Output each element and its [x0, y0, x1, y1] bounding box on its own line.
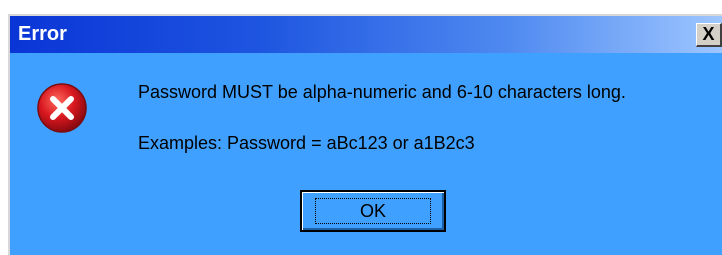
error-icon	[37, 83, 87, 133]
title-bar[interactable]: Error X	[10, 16, 722, 53]
ok-button[interactable]: OK	[300, 190, 446, 232]
close-button[interactable]: X	[696, 23, 722, 47]
error-message: Password MUST be alpha-numeric and 6-10 …	[138, 82, 626, 102]
dialog-title: Error	[18, 23, 67, 45]
close-icon: X	[702, 24, 715, 44]
ok-button-label: OK	[314, 198, 431, 224]
example-text: Examples: Password = aBc123 or a1B2c3	[138, 133, 475, 153]
error-dialog: Error X Password MUST be alpha-numeric a…	[8, 14, 722, 255]
